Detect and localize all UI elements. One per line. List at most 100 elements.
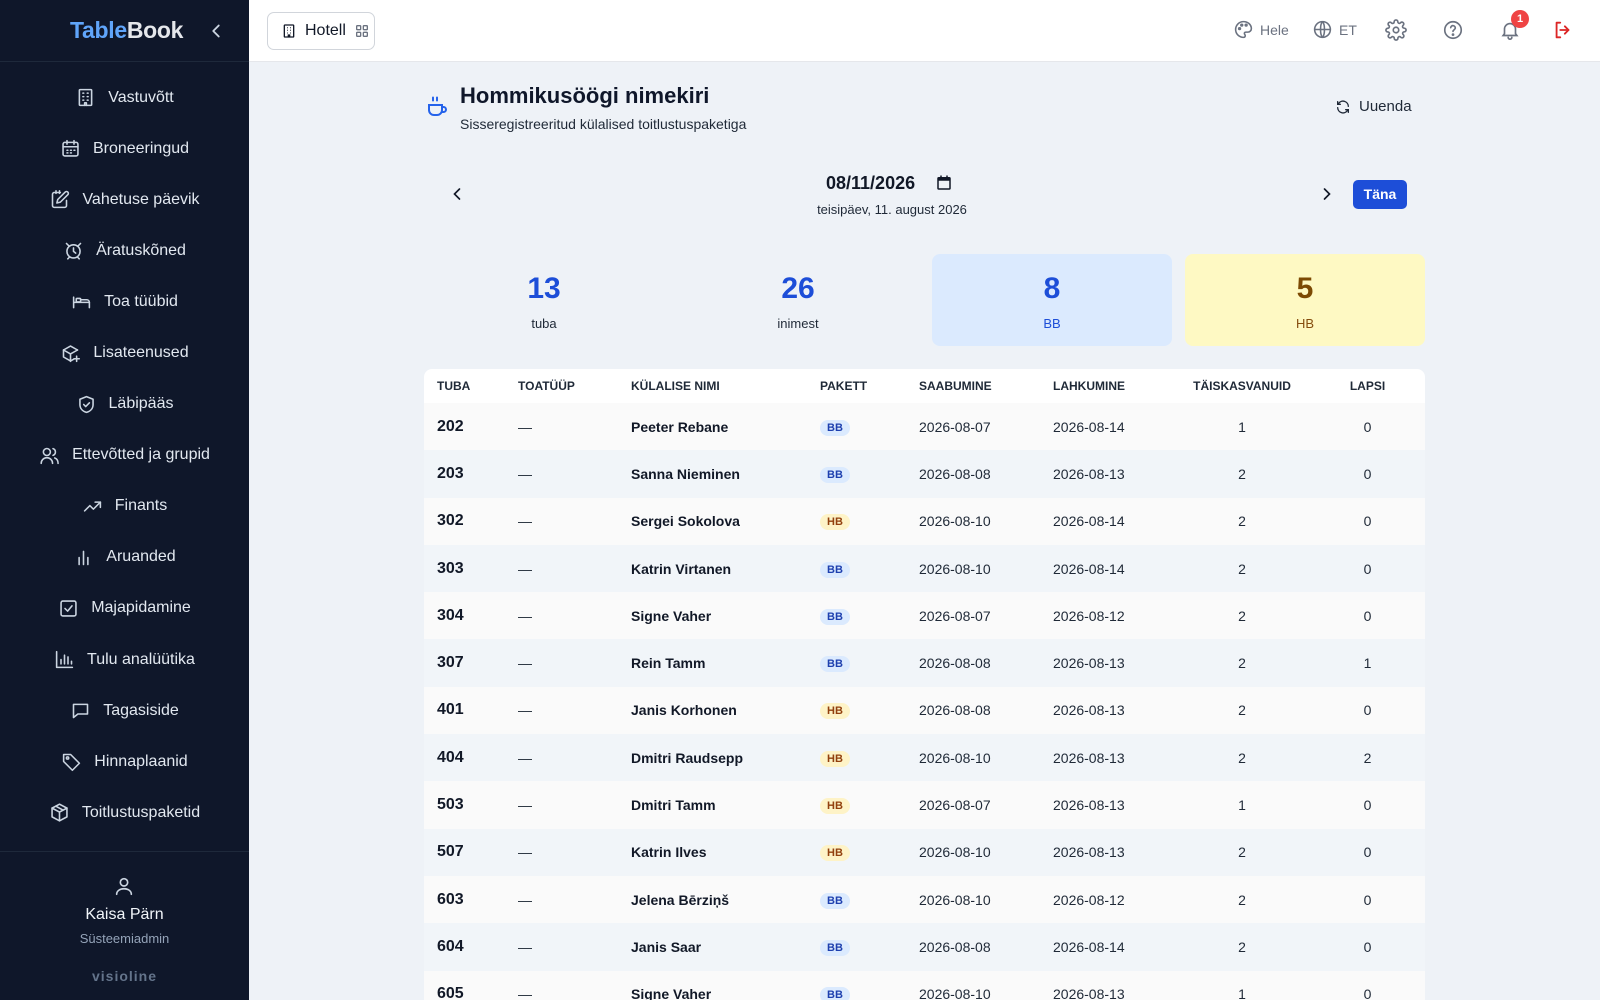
sidebar-item-label: Äratuskõned bbox=[96, 241, 186, 259]
stat-label: HB bbox=[1295, 316, 1315, 331]
adults-count: 2 bbox=[1238, 891, 1246, 908]
refresh-button[interactable]: Uuenda bbox=[1335, 98, 1412, 115]
package-cell: HB bbox=[807, 498, 906, 545]
column-header[interactable]: TUBA bbox=[424, 369, 505, 403]
table-row[interactable]: 307 — Rein Tamm BB 2026-08-08 2026-08-13 2 1 bbox=[424, 639, 1425, 687]
package-badge: BB bbox=[820, 608, 850, 625]
gear-icon[interactable] bbox=[1385, 19, 1407, 41]
departure-date: 2026-08-13 bbox=[1053, 986, 1125, 1000]
sidebar-item-14[interactable]: Hinnaplaanid bbox=[0, 736, 249, 787]
arrival-date: 2026-08-10 bbox=[919, 891, 991, 908]
sidebar-item-8[interactable]: Ettevõtted ja grupid bbox=[0, 430, 249, 481]
column-header[interactable]: TÄISKASVANUID bbox=[1174, 369, 1310, 403]
next-day-icon[interactable] bbox=[1317, 183, 1337, 205]
room-type: — bbox=[518, 749, 532, 766]
sidebar-item-5[interactable]: Toa tüübid bbox=[0, 276, 249, 327]
room-type: — bbox=[518, 607, 532, 624]
table-row[interactable]: 302 — Sergei Sokolova HB 2026-08-10 2026-08-1… bbox=[424, 497, 1425, 545]
children-count: 0 bbox=[1363, 465, 1372, 482]
theme-toggle[interactable]: Hele bbox=[1233, 19, 1289, 40]
departure-date: 2026-08-13 bbox=[1053, 465, 1125, 482]
sidebar-item-7[interactable]: Läbipääs bbox=[0, 379, 249, 430]
language-selector[interactable]: ET bbox=[1312, 19, 1357, 40]
edit-note-icon bbox=[52, 190, 70, 209]
table-row[interactable]: 503 — Dmitri Tamm HB 2026-08-07 2026-08-13 1 0 bbox=[424, 781, 1425, 829]
departure-date: 2026-08-14 bbox=[1053, 513, 1125, 530]
package-cell: BB bbox=[807, 639, 906, 686]
column-header[interactable]: SAABUMINE bbox=[906, 369, 1040, 403]
adults-count: 2 bbox=[1238, 607, 1246, 624]
children-count: 0 bbox=[1363, 607, 1372, 624]
stat-card-hb: 5 HB bbox=[1185, 254, 1425, 346]
table-row[interactable]: 603 — Jelena Bērziņš BB 2026-08-10 2026-08-12… bbox=[424, 875, 1425, 924]
arrival-date: 2026-08-10 bbox=[919, 844, 991, 861]
sidebar-item-9[interactable]: Finants bbox=[0, 481, 249, 532]
sidebar-item-15[interactable]: Toitlustuspaketid bbox=[0, 787, 249, 838]
column-header[interactable]: KÜLALISE NIMI bbox=[618, 369, 807, 403]
sidebar-item-6[interactable]: Lisateenused bbox=[0, 327, 249, 378]
collapse-sidebar-icon[interactable] bbox=[205, 20, 227, 42]
children-count: 0 bbox=[1363, 702, 1372, 719]
date-input[interactable]: 08/11/2026 bbox=[826, 170, 976, 196]
children-count: 0 bbox=[1363, 891, 1372, 908]
guest-name: Janis Korhonen bbox=[631, 702, 737, 719]
bar-chart-icon bbox=[78, 550, 89, 566]
column-header[interactable]: PAKETT bbox=[807, 369, 906, 403]
table-row[interactable]: 303 — Katrin Virtanen BB 2026-08-10 2026-08-1… bbox=[424, 544, 1425, 593]
package-badge: BB bbox=[820, 987, 850, 1000]
adults-count: 1 bbox=[1238, 797, 1246, 814]
guest-name: Janis Saar bbox=[631, 938, 702, 955]
table-row[interactable]: 304 — Signe Vaher BB 2026-08-07 2026-08-12 2 0 bbox=[424, 592, 1425, 640]
stat-value: 13 bbox=[527, 272, 561, 305]
package-badge: BB bbox=[820, 939, 850, 956]
package-cell: BB bbox=[807, 876, 906, 923]
sidebar-item-3[interactable]: Vahetuse päevik bbox=[0, 174, 249, 225]
table-row[interactable]: 203 — Sanna Nieminen BB 2026-08-08 2026-08-13… bbox=[424, 450, 1425, 498]
trending-up-icon bbox=[83, 501, 101, 512]
logout-icon[interactable] bbox=[1552, 19, 1574, 41]
sidebar-item-10[interactable]: Aruanded bbox=[0, 532, 249, 583]
package-plus-icon bbox=[63, 344, 81, 362]
column-header[interactable]: LAPSI bbox=[1310, 369, 1425, 403]
table-row[interactable]: 404 — Dmitri Raudsepp HB 2026-08-10 2026-08-1… bbox=[424, 734, 1425, 782]
sidebar-item-label: Tulu analüütika bbox=[87, 650, 195, 668]
stat-card-people: 26 inimest bbox=[678, 254, 918, 346]
departure-date: 2026-08-14 bbox=[1053, 418, 1125, 435]
sidebar-item-13[interactable]: Tagasiside bbox=[0, 685, 249, 736]
stat-label: inimest bbox=[777, 316, 819, 331]
help-icon[interactable] bbox=[1442, 19, 1464, 41]
room-number: 307 bbox=[437, 654, 464, 672]
departure-date: 2026-08-14 bbox=[1053, 938, 1125, 955]
stat-label: tuba bbox=[531, 316, 557, 331]
arrival-date: 2026-08-08 bbox=[919, 465, 991, 482]
app-logo[interactable]: TableBook bbox=[70, 17, 183, 44]
previous-day-icon[interactable] bbox=[447, 183, 467, 205]
user-icon[interactable] bbox=[113, 874, 135, 898]
table-row[interactable]: 605 — Signe Vaher BB 2026-08-10 2026-08-13 1 0 bbox=[424, 970, 1425, 1000]
table-row[interactable]: 507 — Katrin Ilves HB 2026-08-10 2026-08-13 2 0 bbox=[424, 828, 1425, 876]
package-cell: HB bbox=[807, 734, 906, 781]
children-count: 0 bbox=[1363, 560, 1372, 577]
sidebar-item-1[interactable]: Vastuvõtt bbox=[0, 72, 249, 123]
guest-name: Sergei Sokolova bbox=[631, 513, 740, 530]
sidebar-item-11[interactable]: Majapidamine bbox=[0, 583, 249, 634]
sidebar-item-2[interactable]: Broneeringud bbox=[0, 123, 249, 174]
sidebar-item-12[interactable]: Tulu analüütika bbox=[0, 634, 249, 685]
table-row[interactable]: 202 — Peeter Rebane BB 2026-08-07 2026-08-14 1… bbox=[424, 403, 1425, 451]
today-button[interactable]: Täna bbox=[1353, 180, 1407, 209]
table-row[interactable]: 401 — Janis Korhonen HB 2026-08-08 2026-08-13… bbox=[424, 686, 1425, 735]
package-badge: BB bbox=[820, 892, 850, 909]
column-header[interactable]: TOATÜÜP bbox=[505, 369, 618, 403]
sidebar-item-4[interactable]: Äratuskõned bbox=[0, 225, 249, 276]
top-bar: Hotell Hele ET 1 bbox=[249, 0, 1600, 62]
refresh-label: Uuenda bbox=[1359, 98, 1412, 115]
guest-name: Katrin Ilves bbox=[631, 844, 707, 861]
column-header[interactable]: LAHKUMINE bbox=[1040, 369, 1174, 403]
guest-name: Rein Tamm bbox=[631, 655, 706, 672]
package-cell: BB bbox=[807, 450, 906, 497]
table-row[interactable]: 604 — Janis Saar BB 2026-08-08 2026-08-14 2 0 bbox=[424, 923, 1425, 971]
room-type: — bbox=[518, 938, 532, 955]
adults-count: 1 bbox=[1238, 418, 1246, 435]
hotel-selector[interactable]: Hotell bbox=[267, 12, 375, 50]
adults-count: 2 bbox=[1238, 938, 1246, 955]
